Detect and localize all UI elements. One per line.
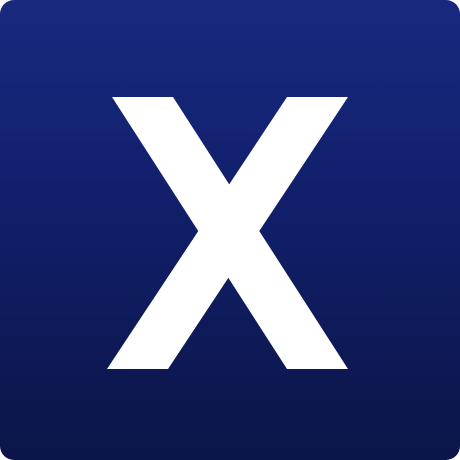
app-icon[interactable]: X bbox=[0, 0, 460, 460]
x-letter-icon bbox=[107, 97, 348, 369]
